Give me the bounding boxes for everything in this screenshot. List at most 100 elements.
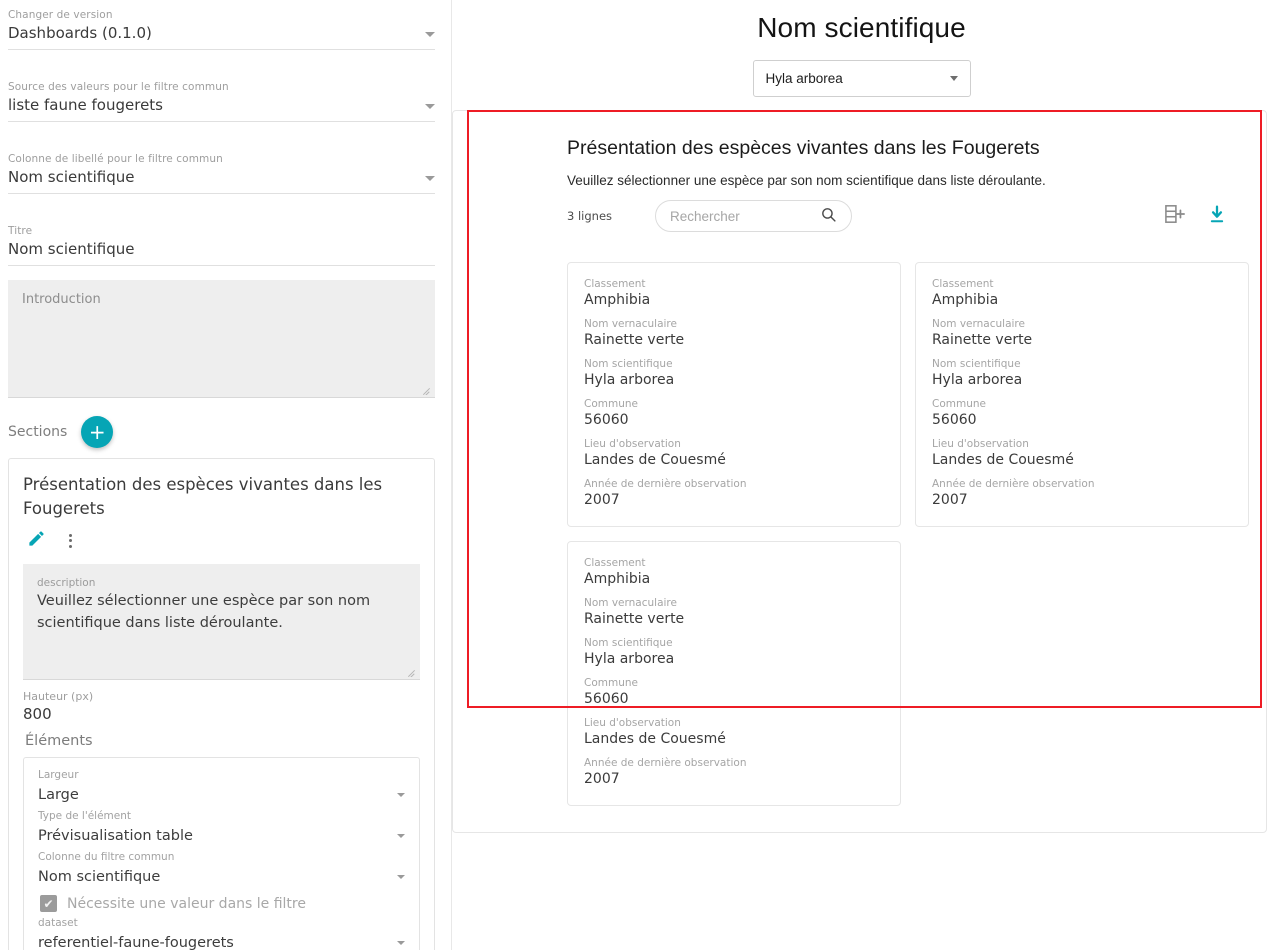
vignette-row: Nom vernaculaire Rainette verte bbox=[584, 596, 884, 629]
largeur-select[interactable]: Largeur Large bbox=[38, 768, 405, 807]
section-description-value: Veuillez sélectionner une espèce par son… bbox=[37, 593, 371, 631]
titre-input-value[interactable]: Nom scientifique bbox=[8, 238, 135, 260]
vignette-field-label: Nom scientifique bbox=[932, 358, 1021, 370]
filter-source-value: liste faune fougerets bbox=[8, 96, 163, 114]
vignette-field-value: Hyla arborea bbox=[932, 372, 1023, 388]
dataset-value: referentiel-faune-fougerets bbox=[38, 935, 234, 950]
dataset-label: dataset bbox=[38, 917, 78, 929]
preview-panel: Nom scientifique Hyla arborea Présentati… bbox=[452, 0, 1271, 950]
vignette-field-label: Lieu d'observation bbox=[932, 438, 1029, 450]
vignette-field-value: 2007 bbox=[932, 492, 968, 508]
vignette-field-label: Lieu d'observation bbox=[584, 717, 681, 729]
filter-label-column-value: Nom scientifique bbox=[8, 168, 135, 186]
vignette-row: Année de dernière observation 2007 bbox=[584, 756, 884, 789]
filter-column-label: Colonne du filtre commun bbox=[38, 851, 175, 863]
app-root: Changer de version Dashboards (0.1.0) So… bbox=[0, 0, 1271, 950]
species-select[interactable]: Hyla arborea bbox=[752, 60, 971, 97]
vignette-field-value: Landes de Couesmé bbox=[932, 452, 1074, 468]
vignette-field-value: 2007 bbox=[584, 492, 620, 508]
vignette-field-label: Commune bbox=[932, 398, 986, 410]
vignette-field-label: Année de dernière observation bbox=[584, 757, 747, 769]
dataset-select[interactable]: dataset referentiel-faune-fougerets bbox=[38, 916, 405, 950]
resize-handle-icon[interactable] bbox=[407, 667, 417, 677]
element-type-label: Type de l'élément bbox=[38, 810, 132, 822]
vignette-card[interactable]: Classement Amphibia Nom vernaculaire Raine… bbox=[567, 262, 901, 527]
largeur-value: Large bbox=[38, 787, 79, 803]
element-config-card: Largeur Large Type de l'élément Prévisua… bbox=[23, 757, 420, 950]
table-add-icon[interactable] bbox=[1164, 204, 1186, 228]
vignette-row: Commune 56060 bbox=[584, 676, 884, 709]
vignette-row: Année de dernière observation 2007 bbox=[584, 477, 884, 510]
vignette-card[interactable]: Classement Amphibia Nom vernaculaire Raine… bbox=[915, 262, 1249, 527]
version-select-value: Dashboards (0.1.0) bbox=[8, 24, 152, 42]
chevron-down-icon bbox=[949, 76, 958, 81]
vignette-field-value: Rainette verte bbox=[584, 332, 685, 348]
element-type-select[interactable]: Type de l'élément Prévisualisation table bbox=[38, 809, 405, 848]
requires-filter-value-checkbox[interactable]: ✔ Nécessite une valeur dans le filtre bbox=[40, 895, 405, 912]
titre-field[interactable]: Titre Nom scientifique bbox=[8, 216, 435, 266]
vignette-field-value: 56060 bbox=[584, 412, 629, 428]
vignette-field-value: 56060 bbox=[584, 691, 629, 707]
vignette-grid: Classement Amphibia Nom vernaculaire Raine… bbox=[567, 262, 1249, 806]
element-type-value: Prévisualisation table bbox=[38, 828, 193, 844]
vignette-field-value: Hyla arborea bbox=[584, 651, 675, 667]
vignette-row: Nom scientifique Hyla arborea bbox=[584, 636, 884, 669]
vignette-row: Commune 56060 bbox=[932, 397, 1232, 430]
version-select-label: Changer de version bbox=[8, 9, 113, 21]
vignette-field-label: Nom vernaculaire bbox=[584, 318, 677, 330]
chevron-down-icon bbox=[425, 104, 435, 109]
vignette-field-label: Lieu d'observation bbox=[584, 438, 681, 450]
elements-label: Éléments bbox=[25, 733, 93, 749]
vignette-row: Classement Amphibia bbox=[584, 556, 884, 589]
vignette-field-value: Amphibia bbox=[932, 292, 999, 308]
vignette-row: Année de dernière observation 2007 bbox=[932, 477, 1232, 510]
vignette-row: Lieu d'observation Landes de Couesmé bbox=[584, 437, 884, 470]
vignette-field-label: Commune bbox=[584, 677, 638, 689]
species-filter-wrap: Hyla arborea bbox=[452, 60, 1271, 97]
vignette-card[interactable]: Classement Amphibia Nom vernaculaire Raine… bbox=[567, 541, 901, 806]
more-options-icon[interactable] bbox=[64, 532, 77, 550]
download-icon[interactable] bbox=[1206, 204, 1228, 229]
introduction-textarea[interactable]: Introduction bbox=[8, 280, 435, 398]
rows-count-label: 3 lignes bbox=[567, 209, 613, 223]
search-icon[interactable] bbox=[820, 206, 837, 227]
version-select[interactable]: Changer de version Dashboards (0.1.0) bbox=[8, 0, 435, 50]
sections-label: Sections bbox=[8, 424, 68, 440]
vignette-row: Commune 56060 bbox=[584, 397, 884, 430]
edit-pencil-icon[interactable] bbox=[27, 529, 46, 552]
filter-label-column-select[interactable]: Colonne de libellé pour le filtre commun… bbox=[8, 144, 435, 194]
filter-source-select[interactable]: Source des valeurs pour le filtre commun… bbox=[8, 72, 435, 122]
chevron-down-icon bbox=[425, 176, 435, 181]
vignette-field-label: Année de dernière observation bbox=[584, 478, 747, 490]
titre-label: Titre bbox=[8, 225, 33, 237]
chevron-down-icon bbox=[397, 875, 405, 879]
vignette-field-value: Landes de Couesmé bbox=[584, 452, 726, 468]
section-card-actions bbox=[27, 529, 420, 552]
vignette-field-value: Rainette verte bbox=[584, 611, 685, 627]
filter-column-select[interactable]: Colonne du filtre commun Nom scientifiqu… bbox=[38, 850, 405, 889]
toolbar-icon-group bbox=[1164, 204, 1228, 229]
add-section-button[interactable]: + bbox=[81, 416, 114, 448]
resize-handle-icon[interactable] bbox=[422, 385, 432, 395]
filter-source-label: Source des valeurs pour le filtre commun bbox=[8, 81, 229, 93]
largeur-label: Largeur bbox=[38, 769, 79, 781]
vignette-row: Classement Amphibia bbox=[932, 277, 1232, 310]
checkbox-checked-icon: ✔ bbox=[40, 895, 57, 912]
section-title: Présentation des espèces vivantes dans l… bbox=[567, 137, 1040, 159]
vignette-field-label: Classement bbox=[584, 278, 646, 290]
vignette-row: Nom scientifique Hyla arborea bbox=[932, 357, 1232, 390]
search-input[interactable]: Rechercher bbox=[655, 200, 852, 232]
hauteur-value[interactable]: 800 bbox=[23, 703, 420, 725]
requires-filter-value-label: Nécessite une valeur dans le filtre bbox=[67, 895, 306, 912]
vignette-field-value: Landes de Couesmé bbox=[584, 731, 726, 747]
section-description-label: description bbox=[37, 577, 96, 589]
section-card-title: Présentation des espèces vivantes dans l… bbox=[23, 475, 383, 518]
vignette-field-value: Amphibia bbox=[584, 571, 651, 587]
filter-column-value: Nom scientifique bbox=[38, 869, 161, 885]
section-description-textarea[interactable]: description Veuillez sélectionner une es… bbox=[23, 564, 420, 680]
sections-header: Sections + bbox=[8, 416, 435, 448]
vignette-field-value: Hyla arborea bbox=[584, 372, 675, 388]
preview-card: Présentation des espèces vivantes dans l… bbox=[452, 110, 1267, 833]
vignette-row: Classement Amphibia bbox=[584, 277, 884, 310]
vignette-field-label: Nom vernaculaire bbox=[584, 597, 677, 609]
